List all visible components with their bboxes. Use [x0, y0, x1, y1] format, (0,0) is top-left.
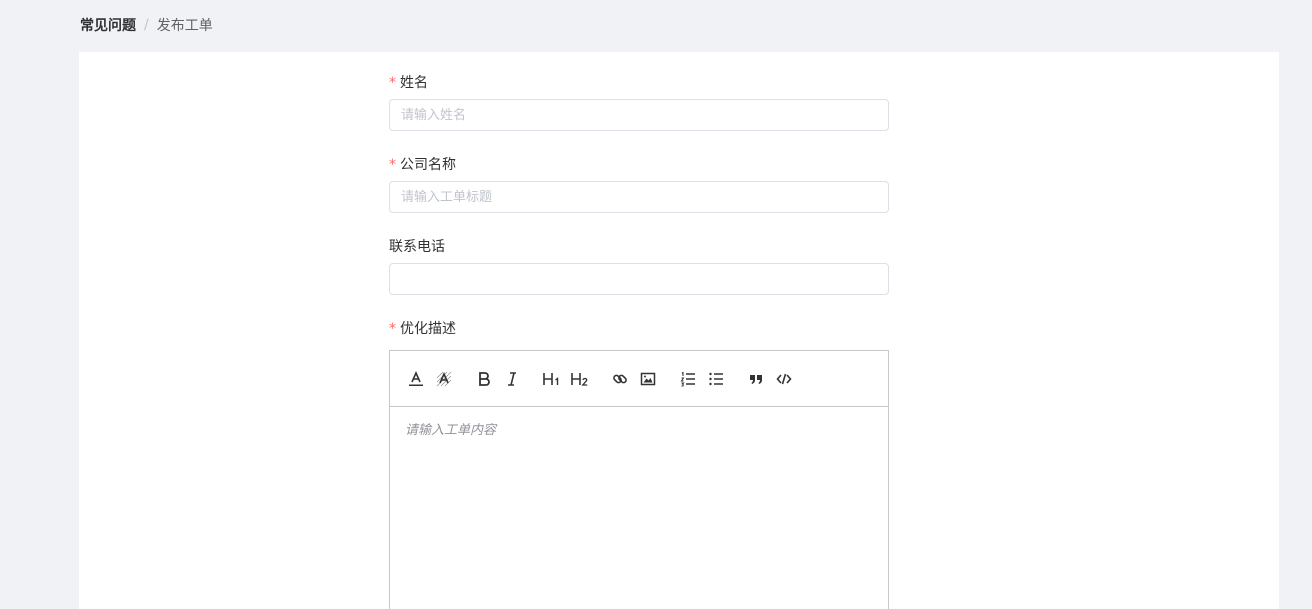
heading-2-icon: [571, 372, 588, 386]
heading-1-button[interactable]: [538, 365, 566, 393]
link-button[interactable]: [606, 365, 634, 393]
form-panel: *姓名 *公司名称 联系电话 *优化描述: [79, 52, 1279, 609]
quote-button[interactable]: [742, 365, 770, 393]
company-input[interactable]: [389, 181, 889, 213]
bold-icon: [479, 371, 490, 386]
bullet-list-icon: [709, 372, 723, 385]
breadcrumb-item-current: 发布工单: [156, 18, 213, 34]
name-input[interactable]: [389, 99, 889, 131]
image-button[interactable]: [634, 365, 662, 393]
required-mark: *: [389, 157, 396, 173]
code-icon: [776, 373, 792, 384]
company-label: * 公司名称: [389, 155, 456, 175]
name-label: * 姓名: [389, 73, 428, 93]
heading-1-icon: [543, 372, 559, 385]
image-icon: [640, 372, 656, 385]
background-color-icon: [436, 371, 452, 386]
editor-placeholder: 请输入工单内容: [405, 423, 497, 438]
phone-input[interactable]: [389, 263, 889, 295]
editor-content[interactable]: 请输入工单内容: [390, 407, 888, 450]
font-color-button[interactable]: [402, 365, 430, 393]
italic-button[interactable]: [498, 365, 526, 393]
required-mark: *: [389, 75, 396, 91]
heading-2-button[interactable]: [566, 365, 594, 393]
phone-label-text: 联系电话: [389, 239, 445, 255]
link-icon: [613, 374, 627, 383]
bold-button[interactable]: [470, 365, 498, 393]
name-label-text: 姓名: [400, 75, 428, 91]
rich-text-editor: 请输入工单内容: [389, 350, 889, 609]
font-color-icon: [409, 370, 423, 386]
breadcrumb-separator: /: [144, 17, 149, 33]
code-button[interactable]: [770, 365, 798, 393]
description-label-text: 优化描述: [400, 321, 456, 337]
required-mark: *: [389, 321, 396, 337]
breadcrumb: 常见问题 / 发布工单: [80, 15, 213, 35]
editor-toolbar: [390, 351, 888, 407]
bullet-list-button[interactable]: [702, 365, 730, 393]
phone-label: 联系电话: [389, 237, 445, 257]
background-color-button[interactable]: [430, 365, 458, 393]
breadcrumb-item-faq[interactable]: 常见问题: [80, 15, 136, 35]
quote-icon: [750, 374, 762, 384]
italic-icon: [508, 371, 516, 386]
company-label-text: 公司名称: [400, 157, 456, 173]
ordered-list-button[interactable]: [674, 365, 702, 393]
ordered-list-icon: [680, 371, 695, 386]
description-label: * 优化描述: [389, 319, 456, 339]
